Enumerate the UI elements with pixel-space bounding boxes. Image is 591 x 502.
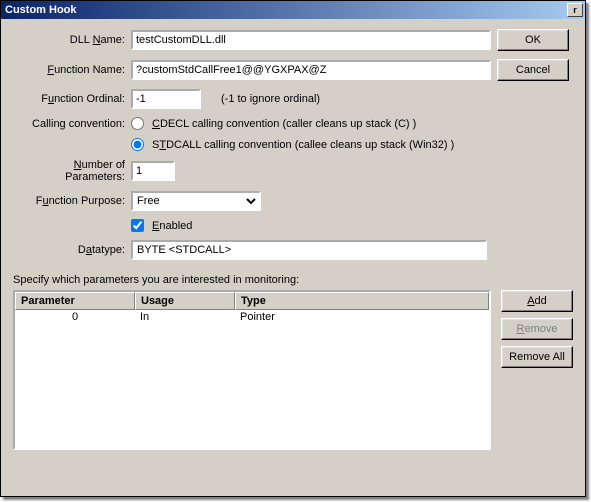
function-purpose-label: Function Purpose: xyxy=(13,195,125,207)
close-icon[interactable]: r xyxy=(567,3,583,17)
cell-usage: In xyxy=(135,310,235,324)
dll-name-input[interactable] xyxy=(131,30,491,50)
function-name-label: Function Name: xyxy=(13,64,125,76)
cdecl-radio[interactable] xyxy=(131,117,144,130)
enabled-checkbox[interactable] xyxy=(131,219,144,232)
function-ordinal-label: Function Ordinal: xyxy=(13,93,125,105)
custom-hook-dialog: Custom Hook r DLL Name: OK Function Name… xyxy=(0,0,586,497)
col-parameter[interactable]: Parameter xyxy=(15,292,135,310)
add-button[interactable]: Add xyxy=(501,290,573,312)
enabled-label: Enabled xyxy=(152,220,192,232)
calling-convention-label: Calling convention: xyxy=(13,118,125,130)
cell-type: Pointer xyxy=(235,310,489,324)
specify-label: Specify which parameters you are interes… xyxy=(13,274,573,286)
col-type[interactable]: Type xyxy=(235,292,489,310)
remove-button[interactable]: Remove xyxy=(501,318,573,340)
cell-parameter: 0 xyxy=(15,310,135,324)
cancel-button[interactable]: Cancel xyxy=(497,59,569,81)
datatype-label: Datatype: xyxy=(13,244,125,256)
parameters-table[interactable]: Parameter Usage Type 0 In Pointer xyxy=(13,290,491,450)
stdcall-radio[interactable] xyxy=(131,138,144,151)
ordinal-hint: (-1 to ignore ordinal) xyxy=(221,93,320,105)
function-name-input[interactable] xyxy=(131,60,491,80)
stdcall-radio-label: STDCALL calling convention (callee clean… xyxy=(152,139,454,151)
cdecl-radio-label: CDECL calling convention (caller cleans … xyxy=(152,118,416,130)
datatype-value: BYTE <STDCALL> xyxy=(131,240,487,260)
remove-all-button[interactable]: Remove All xyxy=(501,346,573,368)
function-purpose-select[interactable]: Free xyxy=(131,191,261,211)
table-row[interactable]: 0 In Pointer xyxy=(15,310,489,324)
col-usage[interactable]: Usage xyxy=(135,292,235,310)
function-ordinal-input[interactable] xyxy=(131,89,201,109)
ok-button[interactable]: OK xyxy=(497,29,569,51)
dll-name-label: DLL Name: xyxy=(13,34,125,46)
num-params-input[interactable] xyxy=(131,161,175,181)
num-params-label: Number of Parameters: xyxy=(13,159,125,183)
titlebar: Custom Hook r xyxy=(1,1,585,19)
window-title: Custom Hook xyxy=(5,4,567,16)
